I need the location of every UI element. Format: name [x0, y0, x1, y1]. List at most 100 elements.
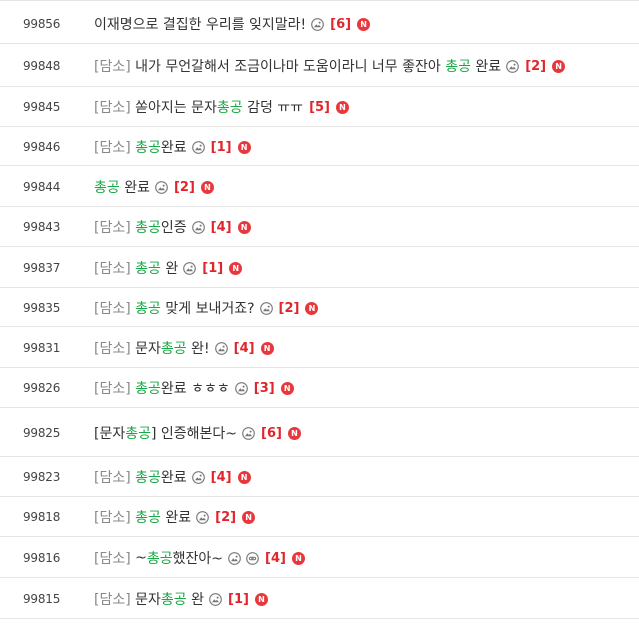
- title-text: 쏟아지는 문자: [135, 100, 217, 116]
- comment-count[interactable]: [2]: [215, 510, 236, 525]
- post-number: 99818: [23, 510, 61, 524]
- post-title-link[interactable]: [담소] 총공 인증 [4] N: [94, 218, 251, 236]
- post-number: 99837: [23, 261, 61, 275]
- post-number: 99848: [23, 59, 61, 73]
- new-badge: N: [357, 17, 371, 31]
- comment-count[interactable]: [4]: [234, 341, 255, 356]
- highlighted-keyword: 총공: [135, 470, 161, 486]
- highlighted-keyword: 총공: [216, 100, 243, 116]
- post-title-link[interactable]: [담소] 총공 맞게 보내거죠? [2] N: [94, 299, 319, 317]
- post-number: 99815: [23, 592, 61, 606]
- post-number: 99816: [23, 551, 61, 565]
- comment-count[interactable]: [2]: [525, 59, 546, 74]
- image-icon: [155, 180, 168, 194]
- title-text: 완료: [160, 470, 187, 486]
- comment-count[interactable]: [2]: [279, 301, 300, 316]
- comment-count[interactable]: [6]: [261, 426, 282, 441]
- post-row[interactable]: 99815 [담소] 문자 총공 완 [1] N: [0, 578, 639, 619]
- post-title-link[interactable]: [담소] 문자 총공 완! [4] N: [94, 339, 274, 357]
- comment-count[interactable]: [4]: [265, 551, 286, 566]
- comment-count[interactable]: [4]: [211, 470, 232, 485]
- post-row[interactable]: 99845 [담소] 쏟아지는 문자 총공 감덩 ㅠㅠ [5] N: [0, 87, 639, 127]
- post-title-link[interactable]: [담소] 총공 완료 [1] N: [94, 138, 251, 156]
- title-text: 완료: [160, 140, 187, 156]
- post-row[interactable]: 99826 [담소] 총공 완료 ㅎㅎㅎ [3] N: [0, 368, 639, 408]
- highlighted-keyword: 총공: [135, 140, 161, 156]
- category-prefix: [담소]: [94, 59, 136, 75]
- comment-count[interactable]: [1]: [228, 592, 249, 607]
- category-prefix: [담소]: [94, 551, 136, 567]
- title-text: 완료: [160, 510, 192, 526]
- new-badge: N: [552, 59, 566, 73]
- title-text: [문자: [94, 426, 126, 442]
- highlighted-keyword: 총공: [445, 59, 471, 75]
- post-row[interactable]: 99844 총공 완료 [2] N: [0, 166, 639, 207]
- highlighted-keyword: 총공: [160, 341, 187, 357]
- post-title-link[interactable]: 총공 완료 [2] N: [94, 178, 214, 196]
- post-row[interactable]: 99816 [담소] ~ 총공 했잔아~ [4] N: [0, 537, 639, 578]
- post-row[interactable]: 99818 [담소] 총공 완료 [2] N: [0, 497, 639, 537]
- comment-count[interactable]: [4]: [211, 220, 232, 235]
- post-row[interactable]: 99848 [담소] 내가 무언갈해서 조금이나마 도움이라니 너무 좋잔아 총공…: [0, 44, 639, 87]
- new-badge: N: [280, 381, 294, 395]
- highlighted-keyword: 총공: [135, 510, 161, 526]
- title-text: 완료: [470, 59, 502, 75]
- new-badge: N: [242, 510, 256, 524]
- comment-count[interactable]: [5]: [309, 100, 330, 115]
- post-title-link[interactable]: [담소] ~ 총공 했잔아~ [4] N: [94, 549, 305, 567]
- post-row[interactable]: 99825 [문자 총공] 인증해본다~ [6] N: [0, 408, 639, 457]
- comment-count[interactable]: [6]: [330, 17, 351, 32]
- title-text: 했잔아~: [172, 551, 224, 567]
- post-row[interactable]: 99831 [담소] 문자 총공 완! [4] N: [0, 327, 639, 368]
- post-number: 99825: [23, 426, 61, 440]
- category-prefix: [담소]: [94, 261, 136, 277]
- title-text: ] 인증해본다~: [151, 426, 238, 442]
- post-row[interactable]: 99823 [담소] 총공 완료 [4] N: [0, 457, 639, 497]
- post-row[interactable]: 99856 이재명으로 결집한 우리를 잊지말라! [6] N: [0, 3, 639, 44]
- new-badge: N: [336, 100, 349, 114]
- post-number: 99823: [23, 470, 61, 484]
- post-title-link[interactable]: [담소] 쏟아지는 문자 총공 감덩 ㅠㅠ [5] N: [94, 98, 349, 116]
- post-title-link[interactable]: [문자 총공] 인증해본다~ [6] N: [94, 424, 301, 442]
- post-number: 99856: [23, 17, 61, 31]
- post-number: 99826: [23, 381, 61, 395]
- title-text: 감덩 ㅠㅠ: [242, 100, 304, 116]
- post-title-link[interactable]: [담소] 내가 무언갈해서 조금이나마 도움이라니 너무 좋잔아 총공 완료 [2…: [94, 57, 566, 75]
- new-badge: N: [305, 301, 319, 315]
- post-number: 99845: [23, 100, 61, 114]
- post-number: 99831: [23, 341, 61, 355]
- post-title-link[interactable]: [담소] 총공 완료 [2] N: [94, 508, 256, 526]
- image-icon: [234, 381, 248, 395]
- image-icon: [191, 470, 205, 484]
- post-list: 99856 이재명으로 결집한 우리를 잊지말라! [6] N 99848 [담소] 내가…: [0, 0, 639, 629]
- post-row[interactable]: 99846 [담소] 총공 완료 [1] N: [0, 127, 639, 166]
- comment-count[interactable]: [2]: [174, 180, 195, 195]
- title-text: 완: [186, 592, 205, 608]
- title-text: ~: [135, 550, 147, 566]
- new-badge: N: [291, 551, 305, 565]
- title-text: 이재명으로 결집한 우리를 잊지말라!: [94, 17, 307, 33]
- post-title-link[interactable]: 이재명으로 결집한 우리를 잊지말라! [6] N: [94, 15, 371, 33]
- new-badge: N: [260, 341, 274, 355]
- post-title-link[interactable]: [담소] 문자 총공 완 [1] N: [94, 590, 268, 608]
- post-title-link[interactable]: [담소] 총공 완 [1] N: [94, 259, 243, 277]
- post-title-link[interactable]: [담소] 총공 완료 [4] N: [94, 468, 251, 486]
- comment-count[interactable]: [1]: [211, 140, 232, 155]
- post-row[interactable]: 99843 [담소] 총공 인증 [4] N: [0, 207, 639, 247]
- highlighted-keyword: 총공: [135, 261, 161, 277]
- link-icon: [246, 551, 259, 565]
- highlighted-keyword: 총공: [135, 220, 161, 236]
- new-badge: N: [237, 140, 251, 154]
- category-prefix: [담소]: [94, 140, 136, 156]
- post-row[interactable]: 99835 [담소] 총공 맞게 보내거죠? [2] N: [0, 288, 639, 327]
- title-text: 완료 ㅎㅎㅎ: [160, 381, 230, 397]
- post-row[interactable]: 99837 [담소] 총공 완 [1] N: [0, 247, 639, 288]
- post-title-link[interactable]: [담소] 총공 완료 ㅎㅎㅎ [3] N: [94, 379, 294, 397]
- image-icon: [209, 592, 222, 606]
- image-icon: [191, 220, 205, 234]
- comment-count[interactable]: [3]: [254, 381, 275, 396]
- title-text: 인증: [160, 220, 187, 236]
- title-text: 맞게 보내거죠?: [160, 301, 255, 317]
- image-icon: [228, 551, 241, 565]
- comment-count[interactable]: [1]: [202, 261, 223, 276]
